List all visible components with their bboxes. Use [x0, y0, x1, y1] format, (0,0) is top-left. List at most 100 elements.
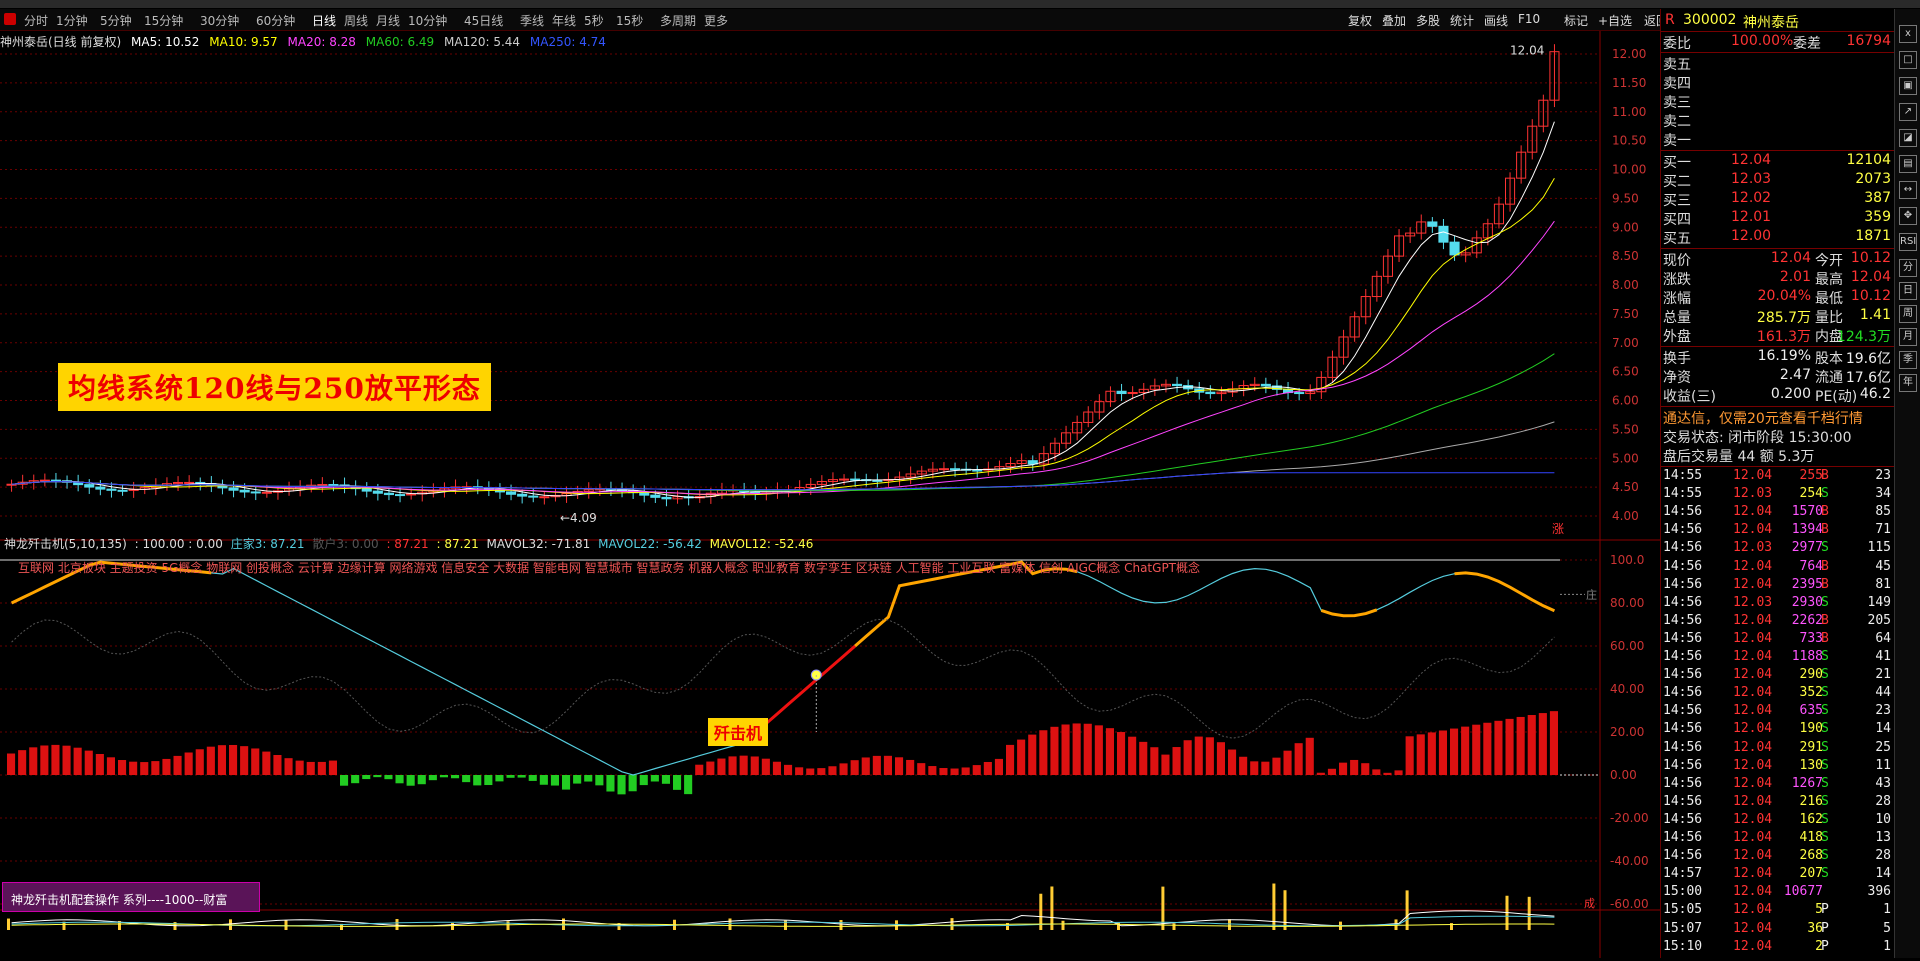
ind-bar-32	[362, 775, 370, 779]
ind-bar-40	[451, 775, 459, 778]
ind-bar-29	[329, 761, 337, 775]
ind-bar-21	[240, 746, 248, 775]
tab-timeframe-16[interactable]: 更多	[704, 12, 728, 29]
vol-bar-115	[1284, 890, 1287, 930]
ind-tick-1: 80.00	[1610, 596, 1644, 610]
ind-bar-0	[7, 754, 15, 776]
side-tool-icon-13[interactable]: 季	[1899, 351, 1917, 369]
ind-bar-133	[1483, 723, 1491, 775]
side-tool-icon-14[interactable]: 年	[1899, 374, 1917, 392]
ma20-label: MA20: 8.28	[288, 35, 356, 49]
ind-bar-28	[318, 762, 326, 775]
side-tool-icon-8[interactable]: RSI	[1899, 233, 1917, 251]
side-tool-icon-3[interactable]: ↗	[1899, 103, 1917, 121]
tab-timeframe-10[interactable]: 45日线	[464, 12, 503, 29]
ind-bar-94	[1050, 727, 1058, 775]
candle-129	[1439, 226, 1448, 242]
tab-timeframe-15[interactable]: 多周期	[660, 12, 696, 29]
side-tool-icon-10[interactable]: 日	[1899, 282, 1917, 300]
promo-box[interactable]: 神龙歼击机配套操作 系列----1000--财富	[2, 882, 260, 912]
ind-bar-46	[518, 775, 526, 778]
quote-separator-0	[1661, 31, 1895, 32]
tick-row-11: 14:56 12.04 290 S 21	[1661, 667, 1895, 685]
tab-timeframe-13[interactable]: 5秒	[584, 12, 604, 29]
ind-bar-69	[773, 762, 781, 775]
toolbar-button-3[interactable]: 统计	[1450, 12, 1474, 29]
ind-bar-57	[640, 775, 648, 785]
tab-timeframe-14[interactable]: 15秒	[616, 12, 643, 29]
jiji-label: 歼击机	[708, 718, 768, 746]
side-icon-bar: x □ ▣ ↗ ◪ ▤ ↔ ✥ RSI 分日周月季年	[1894, 9, 1920, 958]
ind-bar-9	[107, 757, 115, 775]
candle-20	[229, 488, 238, 490]
ind-bar-66	[740, 756, 748, 775]
quote-separator-3	[1661, 248, 1895, 249]
side-tool-icon-11[interactable]: 周	[1899, 305, 1917, 323]
candle-47	[529, 496, 538, 497]
tab-timeframe-3[interactable]: 15分钟	[144, 12, 183, 29]
candle-108	[1206, 392, 1215, 393]
candle-130	[1450, 242, 1459, 255]
tab-timeframe-1[interactable]: 1分钟	[56, 12, 88, 29]
toolbar-button-2[interactable]: 多股	[1416, 12, 1440, 29]
toolbar-button-4[interactable]: 画线	[1484, 12, 1508, 29]
ind-tick-8: -60.00	[1610, 897, 1649, 911]
tick-row-18: 14:56 12.04 216 S 28	[1661, 794, 1895, 812]
vol-bar-114	[1272, 884, 1275, 930]
toolbar-button-7[interactable]: +自选	[1598, 12, 1632, 29]
tab-timeframe-4[interactable]: 30分钟	[200, 12, 239, 29]
ind-bar-86	[962, 767, 970, 775]
ind-bar-7	[85, 751, 93, 775]
side-tool-icon-7[interactable]: ✥	[1899, 207, 1917, 225]
tick-row-1: 14:55 12.03 254 S 34	[1661, 486, 1895, 504]
tick-row-9: 14:56 12.04 733 B 64	[1661, 631, 1895, 649]
side-tool-icon-1[interactable]: □	[1899, 51, 1917, 69]
tab-timeframe-7[interactable]: 周线	[344, 12, 368, 29]
toolbar-button-1[interactable]: 叠加	[1382, 12, 1406, 29]
ind-tick-6: -20.00	[1610, 811, 1649, 825]
tab-timeframe-6[interactable]: 日线	[312, 12, 336, 29]
tab-timeframe-5[interactable]: 60分钟	[256, 12, 295, 29]
ind-bar-12	[140, 762, 148, 775]
side-tool-icon-6[interactable]: ↔	[1899, 181, 1917, 199]
vol-bar-35	[396, 919, 399, 930]
ma250-label: MA250: 4.74	[530, 35, 606, 49]
ma120-line	[12, 422, 1555, 490]
ind-bar-52	[584, 775, 592, 782]
toolbar-button-6[interactable]: 标记	[1564, 12, 1588, 29]
tab-timeframe-9[interactable]: 10分钟	[408, 12, 447, 29]
ind-bar-58	[651, 775, 659, 781]
buy-row-2: 买三 12.02 387	[1661, 190, 1895, 209]
tab-timeframe-8[interactable]: 月线	[376, 12, 400, 29]
tab-timeframe-2[interactable]: 5分钟	[100, 12, 132, 29]
candle-9	[107, 489, 116, 490]
side-tool-icon-0[interactable]: x	[1899, 25, 1917, 43]
tick-row-12: 14:56 12.04 352 S 44	[1661, 685, 1895, 703]
stock-header: R 300002 神州泰岳	[1661, 12, 1895, 31]
ind-bar-51	[573, 775, 581, 784]
side-tool-icon-2[interactable]: ▣	[1899, 77, 1917, 95]
side-tool-icon-5[interactable]: ▤	[1899, 155, 1917, 173]
indicator-title-bar: 神龙歼击机(5,10,135) : 100.00 : 0.00 庄家3: 87.…	[4, 535, 817, 552]
ind-bar-5	[63, 746, 71, 775]
tab-timeframe-11[interactable]: 季线	[520, 12, 544, 29]
ind-bar-121	[1350, 760, 1358, 775]
tab-timeframe-12[interactable]: 年线	[552, 12, 576, 29]
chart-area[interactable]: 12.00 11.50 11.00 10.50 10.00 9.50 9.00 8.50 8.0…	[0, 31, 1660, 958]
tick-row-22: 14:57 12.04 207 S 14	[1661, 866, 1895, 884]
ind-bar-45	[507, 775, 515, 778]
ind-bar-79	[884, 756, 892, 775]
after-hours: 盘后交易量 44 额 5.3万	[1661, 446, 1895, 465]
side-tool-icon-9[interactable]: 分	[1899, 259, 1917, 277]
side-tool-icon-12[interactable]: 月	[1899, 328, 1917, 346]
toolbar-button-5[interactable]: F10	[1518, 12, 1540, 26]
tab-timeframe-0[interactable]: 分时	[24, 12, 48, 29]
kline-chart[interactable]: 12.00 11.50 11.00 10.50 10.00 9.50 9.00 8.50 8.0…	[0, 31, 1660, 958]
quote-separator-6	[1661, 466, 1895, 467]
side-tool-icon-4[interactable]: ◪	[1899, 129, 1917, 147]
ind-bar-83	[928, 766, 936, 775]
stat2-row-0: 换手 16.19% 股本 19.6亿	[1661, 348, 1895, 367]
stat2-row-1: 净资 2.47 流通 17.6亿	[1661, 367, 1895, 386]
toolbar-button-0[interactable]: 复权	[1348, 12, 1372, 29]
ma120-label: MA120: 5.44	[444, 35, 520, 49]
